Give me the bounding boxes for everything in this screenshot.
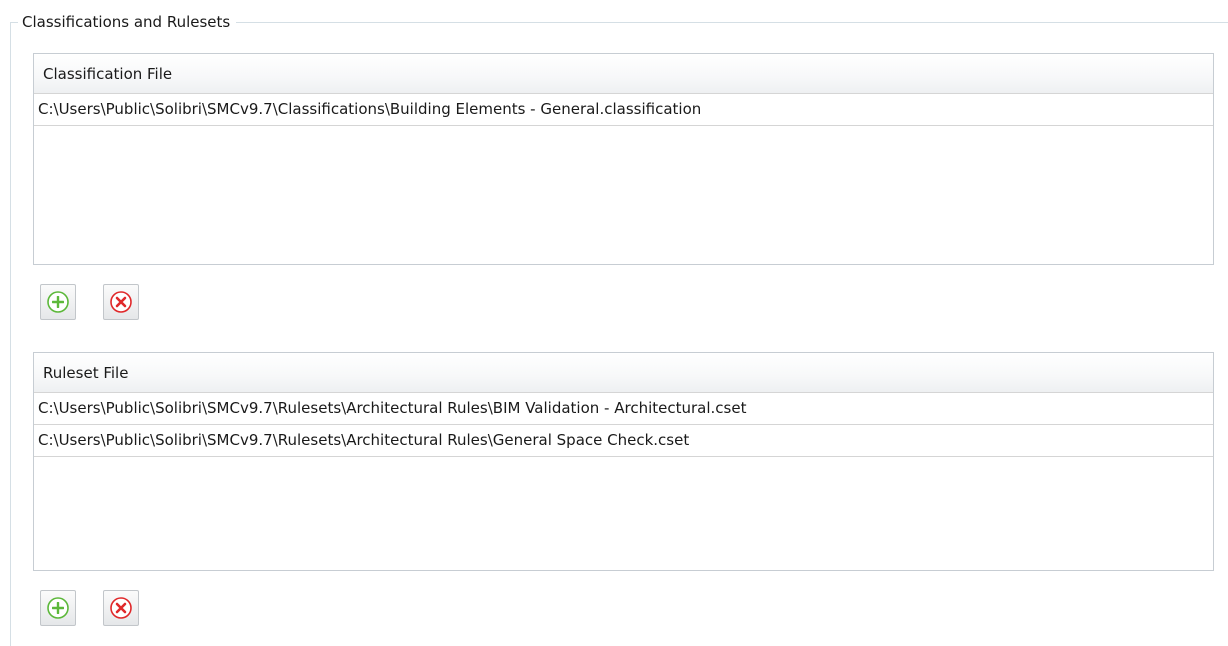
add-classification-button[interactable] — [40, 284, 76, 320]
classification-file-grid[interactable]: Classification File C:\Users\Public\Soli… — [33, 53, 1214, 265]
add-ruleset-button[interactable] — [40, 590, 76, 626]
ruleset-file-row[interactable]: C:\Users\Public\Solibri\SMCv9.7\Rulesets… — [34, 425, 1213, 457]
remove-icon — [110, 597, 132, 619]
remove-ruleset-button[interactable] — [103, 590, 139, 626]
group-title: Classifications and Rulesets — [18, 11, 237, 33]
group-box-border-left — [10, 22, 11, 646]
classification-file-row[interactable]: C:\Users\Public\Solibri\SMCv9.7\Classifi… — [34, 94, 1213, 126]
remove-classification-button[interactable] — [103, 284, 139, 320]
add-icon — [47, 291, 69, 313]
ruleset-file-column-header[interactable]: Ruleset File — [34, 353, 1213, 393]
ruleset-file-grid[interactable]: Ruleset File C:\Users\Public\Solibri\SMC… — [33, 352, 1214, 571]
ruleset-file-row[interactable]: C:\Users\Public\Solibri\SMCv9.7\Rulesets… — [34, 393, 1213, 425]
remove-icon — [110, 291, 132, 313]
add-icon — [47, 597, 69, 619]
classification-file-column-header[interactable]: Classification File — [34, 54, 1213, 94]
